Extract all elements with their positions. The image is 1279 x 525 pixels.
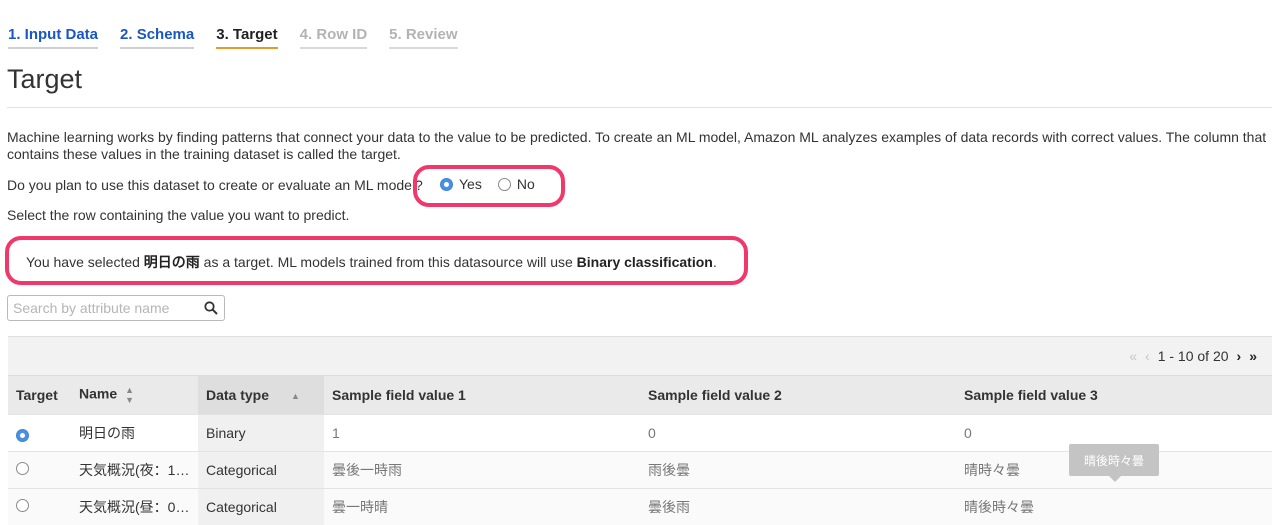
target-radio[interactable]: [16, 429, 29, 442]
yes-label[interactable]: Yes: [459, 176, 482, 192]
step-review: 5. Review: [389, 26, 457, 49]
sort-asc-icon: ▲: [291, 391, 300, 401]
search-input[interactable]: [13, 299, 193, 317]
attribute-name: 明日の雨: [71, 415, 198, 452]
target-selected-notice: You have selected 明日の雨 as a target. ML m…: [5, 236, 748, 285]
table-row[interactable]: 天気概況(昼：0… Categorical 曇一時晴 曇後雨 晴後時々曇: [8, 489, 1272, 525]
data-type: Categorical: [198, 452, 324, 489]
sample-value-2: 曇後雨: [640, 489, 956, 525]
table-header-row: Target Name ▲▼ Data type ▲ Sample field va…: [8, 376, 1272, 415]
target-radio-cell: [8, 452, 71, 489]
page-title: Target: [7, 64, 82, 95]
target-radio[interactable]: [16, 499, 29, 512]
sample-value-2: 雨後曇: [640, 452, 956, 489]
attributes-table-panel: « ‹ 1 - 10 of 20 › » Target Name ▲▼ Data …: [8, 336, 1272, 515]
notice-prefix: You have selected: [26, 254, 144, 270]
pagination: « ‹ 1 - 10 of 20 › »: [1129, 348, 1257, 364]
step-input-data[interactable]: 1. Input Data: [8, 26, 98, 49]
ml-model-question: Do you plan to use this dataset to creat…: [7, 177, 423, 193]
sort-icon: ▲▼: [125, 385, 134, 405]
col-name-header[interactable]: Name ▲▼: [71, 376, 198, 415]
step-target[interactable]: 3. Target: [216, 26, 277, 49]
notice-model-type: Binary classification: [577, 254, 713, 270]
target-description: Machine learning works by finding patter…: [7, 129, 1269, 163]
target-radio-cell: [8, 415, 71, 452]
step-schema[interactable]: 2. Schema: [120, 26, 194, 49]
no-radio[interactable]: [498, 178, 511, 191]
attribute-name: 天気概況(昼：0…: [71, 489, 198, 525]
notice-target-name: 明日の雨: [144, 254, 200, 270]
notice-middle: as a target. ML models trained from this…: [200, 254, 577, 270]
first-page-button[interactable]: «: [1129, 348, 1137, 364]
col-sample2-header: Sample field value 2: [640, 376, 956, 415]
sample-value-1: 曇一時晴: [324, 489, 640, 525]
sample-value-1: 曇後一時雨: [324, 452, 640, 489]
sample-value-1: 1: [324, 415, 640, 452]
attribute-name: 天気概況(夜：1…: [71, 452, 198, 489]
notice-text: You have selected 明日の雨 as a target. ML m…: [26, 252, 717, 272]
col-data-type-label: Data type: [206, 387, 269, 403]
target-radio-cell: [8, 489, 71, 525]
col-sample3-header: Sample field value 3: [956, 376, 1272, 415]
attribute-search: [7, 295, 225, 321]
data-type: Binary: [198, 415, 324, 452]
col-sample1-header: Sample field value 1: [324, 376, 640, 415]
title-divider: [7, 107, 1272, 108]
wizard-steps: 1. Input Data 2. Schema 3. Target 4. Row…: [8, 26, 458, 49]
no-label[interactable]: No: [517, 176, 535, 192]
sample-value-2: 0: [640, 415, 956, 452]
col-data-type-header[interactable]: Data type ▲: [198, 376, 324, 415]
yes-radio[interactable]: [440, 178, 453, 191]
target-radio[interactable]: [16, 462, 29, 475]
prev-page-button[interactable]: ‹: [1145, 348, 1150, 364]
search-icon[interactable]: [204, 301, 218, 315]
data-type: Categorical: [198, 489, 324, 525]
col-name-label: Name: [79, 386, 117, 402]
page-range: 1 - 10 of 20: [1158, 348, 1229, 364]
next-page-button[interactable]: ›: [1237, 348, 1242, 364]
step-row-id: 4. Row ID: [300, 26, 368, 49]
last-page-button[interactable]: »: [1249, 348, 1257, 364]
yes-no-radio-group: Yes No: [440, 176, 551, 192]
sample-value-3: 晴後時々曇: [956, 489, 1272, 525]
col-target-header: Target: [8, 376, 71, 415]
sample-value-tooltip: 晴後時々曇: [1069, 444, 1159, 476]
notice-suffix: .: [713, 254, 717, 270]
select-row-prompt: Select the row containing the value you …: [7, 207, 349, 223]
